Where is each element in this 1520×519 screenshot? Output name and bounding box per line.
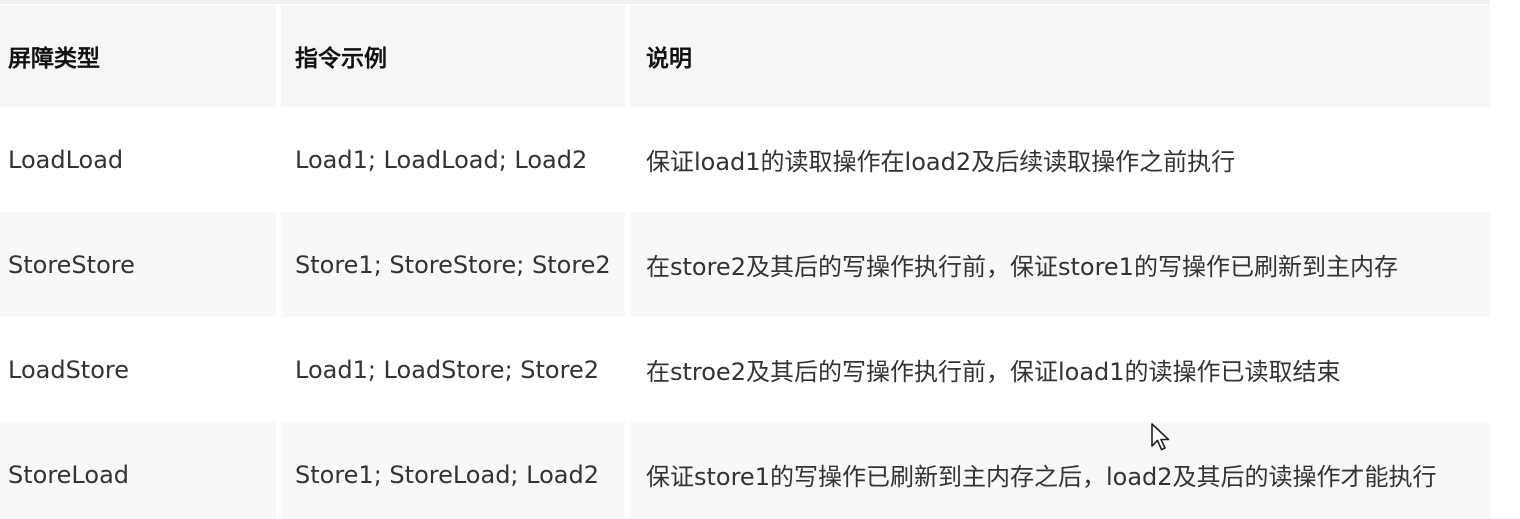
header-instruction-example: 指令示例 <box>281 5 625 107</box>
cell-barrier-type: LoadLoad <box>0 107 276 212</box>
cell-instruction-example: Load1; LoadStore; Store2 <box>281 317 625 422</box>
cell-description: 在store2及其后的写操作执行前，保证store1的写操作已刷新到主内存 <box>630 212 1490 317</box>
cell-instruction-example: Store1; StoreStore; Store2 <box>281 212 625 317</box>
table-row: LoadStore Load1; LoadStore; Store2 在stro… <box>0 317 1490 422</box>
table-header-row: 屏障类型 指令示例 说明 <box>0 5 1490 107</box>
header-description: 说明 <box>630 5 1490 107</box>
cell-barrier-type: StoreLoad <box>0 422 276 519</box>
top-divider <box>0 0 1490 4</box>
header-barrier-type: 屏障类型 <box>0 5 276 107</box>
page-right-margin <box>1490 0 1520 519</box>
cell-instruction-example: Load1; LoadLoad; Load2 <box>281 107 625 212</box>
cell-barrier-type: StoreStore <box>0 212 276 317</box>
cell-instruction-example: Store1; StoreLoad; Load2 <box>281 422 625 519</box>
table-row: LoadLoad Load1; LoadLoad; Load2 保证load1的… <box>0 107 1490 212</box>
page: 屏障类型 指令示例 说明 LoadLoad Load1; LoadLoad; L… <box>0 0 1520 519</box>
table-row: StoreStore Store1; StoreStore; Store2 在s… <box>0 212 1490 317</box>
cell-description: 保证load1的读取操作在load2及后续读取操作之前执行 <box>630 107 1490 212</box>
cell-description: 保证store1的写操作已刷新到主内存之后，load2及其后的读操作才能执行 <box>630 422 1490 519</box>
table-row: StoreLoad Store1; StoreLoad; Load2 保证sto… <box>0 422 1490 519</box>
cell-description: 在stroe2及其后的写操作执行前，保证load1的读操作已读取结束 <box>630 317 1490 422</box>
cell-barrier-type: LoadStore <box>0 317 276 422</box>
memory-barrier-table: 屏障类型 指令示例 说明 LoadLoad Load1; LoadLoad; L… <box>0 5 1495 519</box>
mouse-pointer-icon <box>1151 423 1170 451</box>
